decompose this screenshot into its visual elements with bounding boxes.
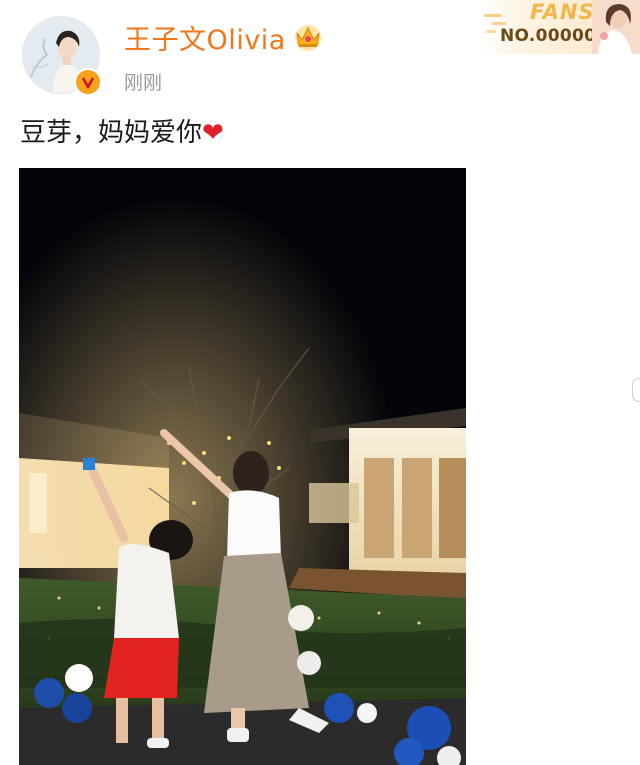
heart-icon: ❤ [202,118,224,148]
username[interactable]: 王子文Olivia [124,18,286,57]
post-text: 豆芽，妈妈爱你❤ [20,112,224,149]
post-timestamp: 刚刚 [124,72,163,94]
fans-badge[interactable]: FANS NO.000001 [478,0,640,54]
weibo-post: 王子文Olivia 刚刚 FANS NO.000001 豆芽，妈妈爱你❤ [0,0,640,765]
scroll-handle[interactable] [632,378,640,402]
post-photo[interactable] [19,168,466,765]
fans-portrait-icon [592,0,640,54]
crown-icon[interactable] [292,20,324,52]
verified-v-icon [74,68,102,96]
fans-label: FANS [530,0,595,24]
post-body: 豆芽，妈妈爱你 [20,118,203,148]
